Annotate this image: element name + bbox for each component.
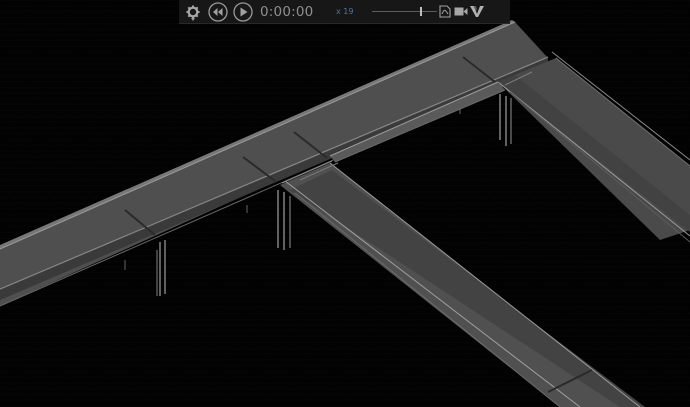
speed-label: x 19 (336, 7, 354, 16)
skip-back-icon (208, 1, 228, 22)
pdf-export-icon (439, 5, 451, 18)
pdf-export-button[interactable] (437, 0, 453, 24)
play-button[interactable] (232, 0, 254, 24)
slider-track (372, 10, 437, 12)
video-camera-icon (454, 7, 468, 16)
isometric-beam-model (0, 0, 690, 407)
caret-down-icon (191, 17, 195, 21)
playback-toolbar: 0:00:00 x 19 (179, 0, 510, 24)
record-video-button[interactable] (453, 0, 469, 24)
time-display: 0:00:00 (260, 3, 314, 20)
3d-viewport[interactable]: 0:00:00 x 19 (0, 0, 690, 407)
settings-button[interactable] (182, 0, 204, 24)
gear-icon (186, 5, 200, 18)
speed-slider[interactable] (372, 0, 437, 24)
play-icon (233, 1, 253, 22)
v-logo-icon (470, 6, 484, 17)
slider-thumb[interactable] (420, 6, 422, 16)
rewind-button[interactable] (207, 0, 229, 24)
brand-menu-button[interactable] (469, 0, 485, 24)
